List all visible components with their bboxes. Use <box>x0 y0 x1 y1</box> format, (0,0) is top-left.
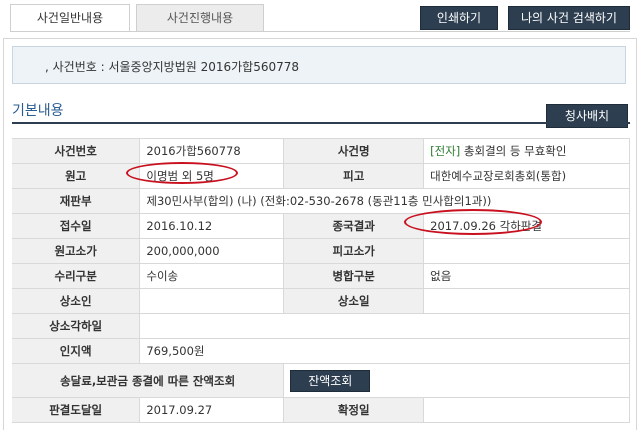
receipt-date-value: 2016.10.12 <box>139 213 285 239</box>
appellant-value <box>139 288 285 314</box>
bullet-icon: , <box>45 60 53 74</box>
merge-type-label: 병합구분 <box>283 263 425 289</box>
case-no-label: 사건번호 <box>12 138 141 164</box>
plaintiff-value-label: 원고소가 <box>12 238 141 264</box>
confirm-date-label: 확정일 <box>283 397 425 423</box>
tab-case-progress[interactable]: 사건진행내용 <box>136 4 264 32</box>
table-row: 원고소가 200,000,000 피고소가 <box>12 238 630 264</box>
balance-inquiry-button[interactable]: 잔액조회 <box>290 369 371 392</box>
court-room-assign-button[interactable]: 청사배치 <box>546 104 628 128</box>
final-result-annotation-circle <box>404 209 542 235</box>
section-divider <box>12 122 630 124</box>
plaintiff-annotation-circle <box>126 162 238 184</box>
defendant-value-amount <box>423 238 630 264</box>
receipt-date-label: 접수일 <box>12 213 141 239</box>
accept-type-label: 수리구분 <box>12 263 141 289</box>
deposit-balance-label: 송달료,보관금 종결에 따른 잔액조회 <box>12 363 285 398</box>
case-name-label: 사건명 <box>283 138 425 164</box>
defendant-value: 대한예수교장로회총회(통합) <box>423 163 630 189</box>
division-value: 제30민사부(합의) (나) (전화:02-530-2678 (동관11층 민사… <box>139 188 630 214</box>
tab-case-general[interactable]: 사건일반내용 <box>10 4 130 32</box>
accept-type-value: 수이송 <box>139 263 285 289</box>
final-result-label: 종국결과 <box>283 213 425 239</box>
appellant-label: 상소인 <box>12 288 141 314</box>
merge-type-value: 없음 <box>423 263 630 289</box>
case-number-box: , 사건번호 : 서울중앙지방법원 2016가합560778 <box>12 46 626 84</box>
table-row: 상소인 상소일 <box>12 288 630 314</box>
table-row: 송달료,보관금 종결에 따른 잔액조회 잔액조회 <box>12 363 630 398</box>
table-row: 사건번호 2016가합560778 사건명 [전자] 총회결의 등 무효확인 <box>12 138 630 164</box>
case-info-table: 사건번호 2016가합560778 사건명 [전자] 총회결의 등 무효확인 원… <box>12 138 630 423</box>
deposit-balance-cell: 잔액조회 <box>283 363 630 398</box>
table-row: 수리구분 수이송 병합구분 없음 <box>12 263 630 289</box>
plaintiff-value-amount: 200,000,000 <box>139 238 285 264</box>
stamp-fee-value: 769,500원 <box>139 338 630 364</box>
appeal-date-label: 상소일 <box>283 288 425 314</box>
table-row: 인지액 769,500원 <box>12 338 630 364</box>
case-name-value: [전자] 총회결의 등 무효확인 <box>423 138 630 164</box>
defendant-value-label: 피고소가 <box>283 238 425 264</box>
table-row: 상소각하일 <box>12 313 630 339</box>
section-title: 기본내용 <box>12 103 64 119</box>
judgment-delivery-value: 2017.09.27 <box>139 397 285 423</box>
appeal-reject-date-label: 상소각하일 <box>12 313 141 339</box>
stamp-fee-label: 인지액 <box>12 338 141 364</box>
case-name-text: 총회결의 등 무효확인 <box>460 144 567 158</box>
table-row: 원고 이명범 외 5명 피고 대한예수교장로회총회(통합) <box>12 163 630 189</box>
confirm-date-value <box>423 397 630 423</box>
judgment-delivery-label: 판결도달일 <box>12 397 141 423</box>
table-row: 판결도달일 2017.09.27 확정일 <box>12 397 630 423</box>
table-row: 재판부 제30민사부(합의) (나) (전화:02-530-2678 (동관11… <box>12 188 630 214</box>
tab-divider <box>10 31 630 32</box>
print-button[interactable]: 인쇄하기 <box>420 6 498 30</box>
division-label: 재판부 <box>12 188 141 214</box>
case-number-heading: , 사건번호 : 서울중앙지방법원 2016가합560778 <box>45 60 300 74</box>
plaintiff-label: 원고 <box>12 163 141 189</box>
defendant-label: 피고 <box>283 163 425 189</box>
appeal-date-value <box>423 288 630 314</box>
case-no-value: 2016가합560778 <box>139 138 285 164</box>
appeal-reject-date-value <box>139 313 630 339</box>
electronic-tag: [전자] <box>430 144 461 158</box>
my-case-search-button[interactable]: 나의 사건 검색하기 <box>508 6 630 30</box>
